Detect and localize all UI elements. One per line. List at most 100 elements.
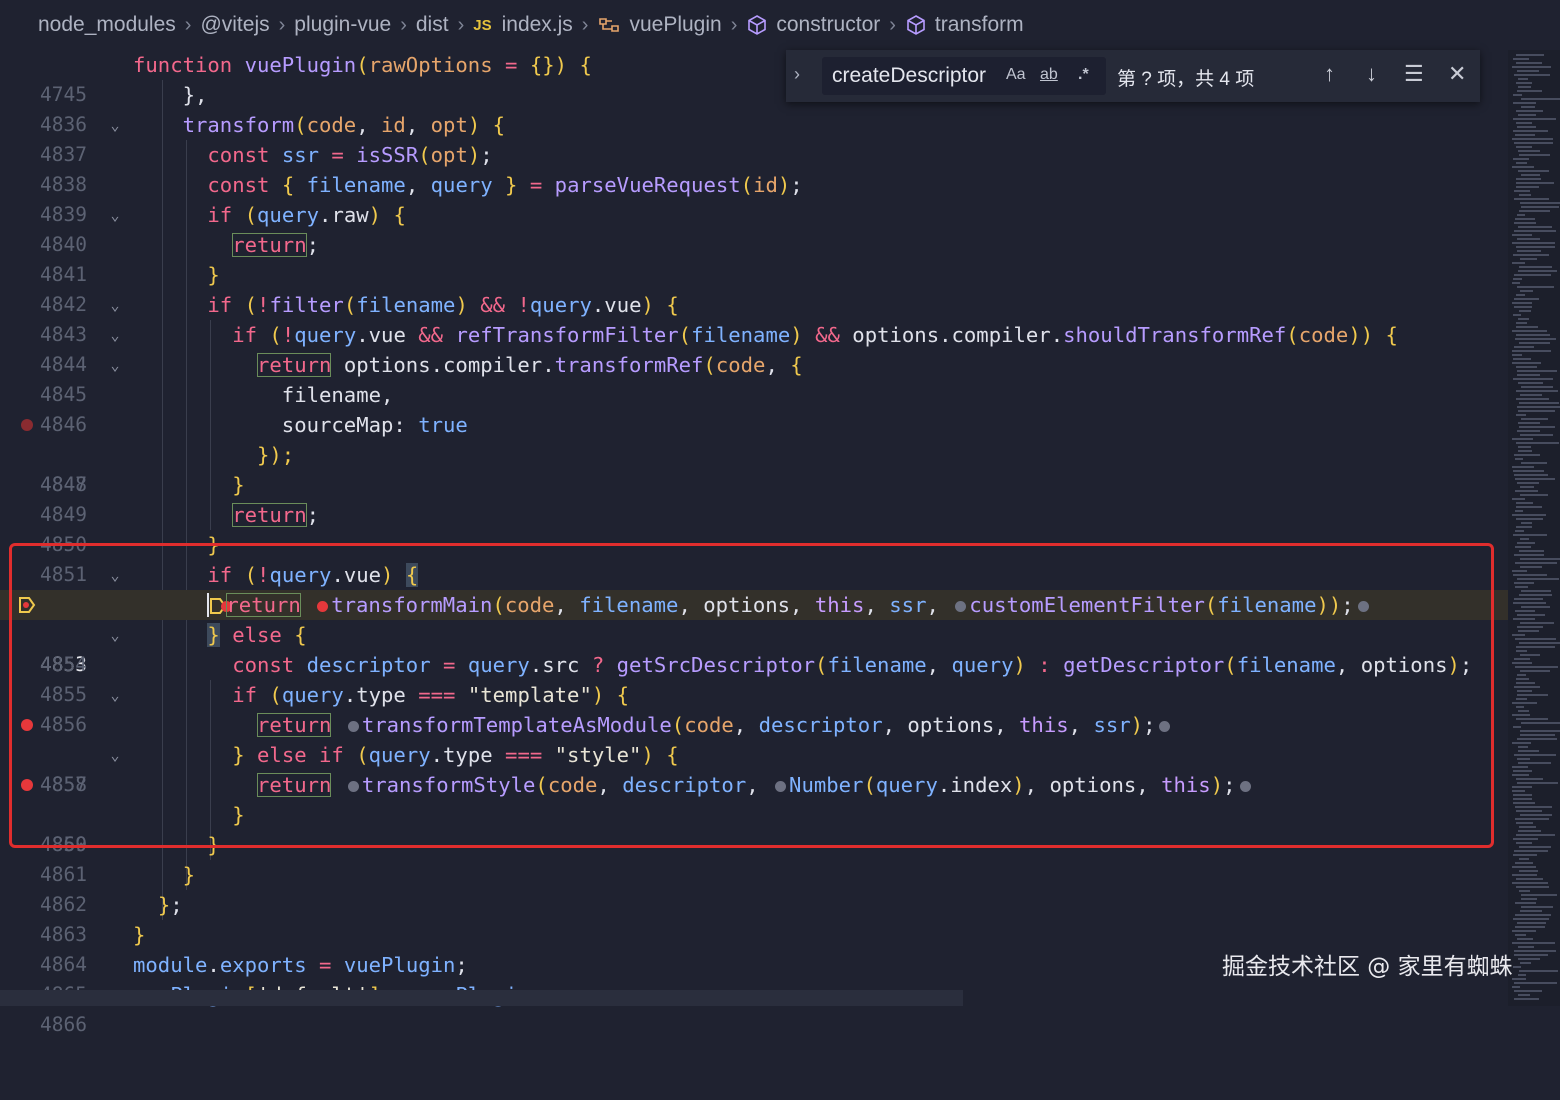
- minimap-line: [1519, 210, 1550, 212]
- regex-toggle[interactable]: .*: [1078, 66, 1089, 84]
- minimap-line: [1513, 130, 1548, 132]
- minimap-line: [1520, 814, 1552, 816]
- minimap-line: [1512, 634, 1525, 636]
- minimap-line: [1516, 322, 1527, 324]
- minimap-line: [1515, 914, 1551, 916]
- minimap-line: [1514, 582, 1534, 584]
- minimap-line: [1520, 394, 1542, 396]
- breakpoint-icon[interactable]: [21, 419, 33, 431]
- minimap-line: [1518, 946, 1534, 948]
- code-line[interactable]: 4847 sourceMap: true: [0, 410, 1508, 496]
- code-token: const: [207, 173, 270, 197]
- code-token: opt: [430, 113, 468, 137]
- breadcrumb-item-vueplugin[interactable]: vuePlugin: [597, 13, 722, 37]
- code-editor[interactable]: 4745 function vuePlugin(rawOptions = {})…: [0, 50, 1508, 1036]
- minimap-line: [1518, 710, 1529, 712]
- match-case-toggle[interactable]: Aa: [1006, 66, 1026, 84]
- minimap-line: [1519, 266, 1552, 268]
- minimap-line: [1513, 314, 1521, 316]
- code-line[interactable]: 4863 };: [0, 890, 1508, 946]
- code-line[interactable]: 4846 filename,: [0, 380, 1508, 436]
- chevron-down-icon[interactable]: ⌄: [105, 200, 125, 230]
- code-line[interactable]: 4848 });: [0, 440, 1508, 496]
- minimap-line: [1520, 654, 1540, 656]
- breadcrumb-item-vitejs[interactable]: @vitejs: [200, 13, 269, 37]
- minimap-line: [1521, 894, 1557, 896]
- code-line[interactable]: 4842 }: [0, 260, 1508, 316]
- find-input[interactable]: createDescriptor Aa ab .*: [822, 57, 1106, 95]
- minimap-line: [1521, 590, 1551, 592]
- code-line[interactable]: 4839 const { filename, query } = parseVu…: [0, 170, 1508, 226]
- chevron-right-icon[interactable]: ›: [794, 64, 800, 85]
- minimap-line: [1517, 738, 1557, 740]
- minimap-line: [1517, 370, 1557, 372]
- minimap-line: [1515, 610, 1535, 612]
- close-icon[interactable]: ✕: [1448, 61, 1466, 87]
- minimap-line: [1512, 978, 1526, 980]
- minimap-line: [1512, 66, 1551, 68]
- minimap-line: [1514, 142, 1553, 144]
- minimap-line: [1517, 578, 1559, 580]
- minimap-line: [1521, 898, 1537, 900]
- code-line[interactable]: 4845 ⌄ return options.compiler.transform…: [0, 350, 1508, 406]
- code-line[interactable]: 4843 ⌄ if (!filter(filename) && !query.v…: [0, 290, 1508, 346]
- minimap-line: [1516, 682, 1535, 684]
- chevron-down-icon[interactable]: ⌄: [105, 110, 125, 140]
- minimap-line: [1512, 742, 1531, 744]
- chevron-down-icon[interactable]: ⌄: [105, 350, 125, 380]
- minimap-line: [1516, 442, 1559, 444]
- breadcrumb-item-index-js[interactable]: JS index.js: [473, 13, 573, 37]
- arrow-down-icon[interactable]: ↓: [1366, 61, 1377, 87]
- code-line[interactable]: 4838 const ssr = isSSR(opt);: [0, 140, 1508, 196]
- minimap[interactable]: [1508, 50, 1560, 1006]
- chevron-down-icon[interactable]: ⌄: [105, 320, 125, 350]
- minimap-line: [1515, 562, 1557, 564]
- minimap-line: [1514, 850, 1548, 852]
- minimap-line: [1518, 114, 1536, 116]
- minimap-line: [1516, 414, 1526, 416]
- code-line[interactable]: 4849 }: [0, 470, 1508, 526]
- code-line[interactable]: 4844 ⌄ if (!query.vue && refTransformFil…: [0, 320, 1508, 376]
- breadcrumb-item-node-modules[interactable]: node_modules: [38, 13, 176, 37]
- minimap-line: [1516, 162, 1527, 164]
- minimap-line: [1517, 614, 1545, 616]
- minimap-line: [1512, 702, 1537, 704]
- minimap-line: [1516, 146, 1532, 148]
- code-token: if: [232, 323, 258, 347]
- minimap-line: [1521, 174, 1540, 176]
- minimap-line: [1516, 842, 1532, 844]
- minimap-line: [1516, 246, 1555, 248]
- minimap-line: [1512, 138, 1553, 140]
- breadcrumb-item-dist[interactable]: dist: [416, 13, 449, 37]
- minimap-line: [1514, 950, 1556, 952]
- minimap-line: [1521, 906, 1553, 908]
- minimap-line: [1512, 986, 1520, 988]
- code-line[interactable]: 4841 return;: [0, 230, 1508, 286]
- breadcrumb-item-transform[interactable]: transform: [905, 13, 1024, 37]
- minimap-line: [1518, 994, 1530, 996]
- minimap-line: [1516, 178, 1541, 180]
- code-token: filename: [306, 173, 406, 197]
- minimap-line: [1512, 786, 1532, 788]
- breadcrumb-label: constructor: [776, 13, 881, 36]
- code-token: query: [294, 323, 357, 347]
- code-line[interactable]: 4837 ⌄ transform(code, id, opt) {: [0, 110, 1508, 166]
- minimap-line: [1512, 774, 1529, 776]
- breadcrumb-item-plugin-vue[interactable]: plugin-vue: [294, 13, 391, 37]
- whole-word-toggle[interactable]: ab: [1040, 66, 1058, 84]
- arrow-up-icon[interactable]: ↑: [1324, 61, 1335, 87]
- breadcrumb-item-constructor[interactable]: constructor: [746, 13, 880, 37]
- minimap-line: [1518, 750, 1539, 752]
- minimap-line: [1516, 810, 1542, 812]
- code-token: parseVueRequest: [554, 173, 741, 197]
- code-line[interactable]: 4864 }: [0, 920, 1508, 976]
- code-line[interactable]: 4862 }: [0, 860, 1508, 916]
- selection-icon[interactable]: ☰: [1404, 61, 1424, 87]
- minimap-line: [1518, 78, 1528, 80]
- minimap-line: [1517, 90, 1542, 92]
- code-line[interactable]: 4840 ⌄ if (query.raw) {: [0, 200, 1508, 256]
- code-line[interactable]: 4850 return;: [0, 500, 1508, 556]
- minimap-line: [1517, 70, 1539, 72]
- chevron-down-icon[interactable]: ⌄: [105, 290, 125, 320]
- breadcrumb-label: node_modules: [38, 13, 176, 36]
